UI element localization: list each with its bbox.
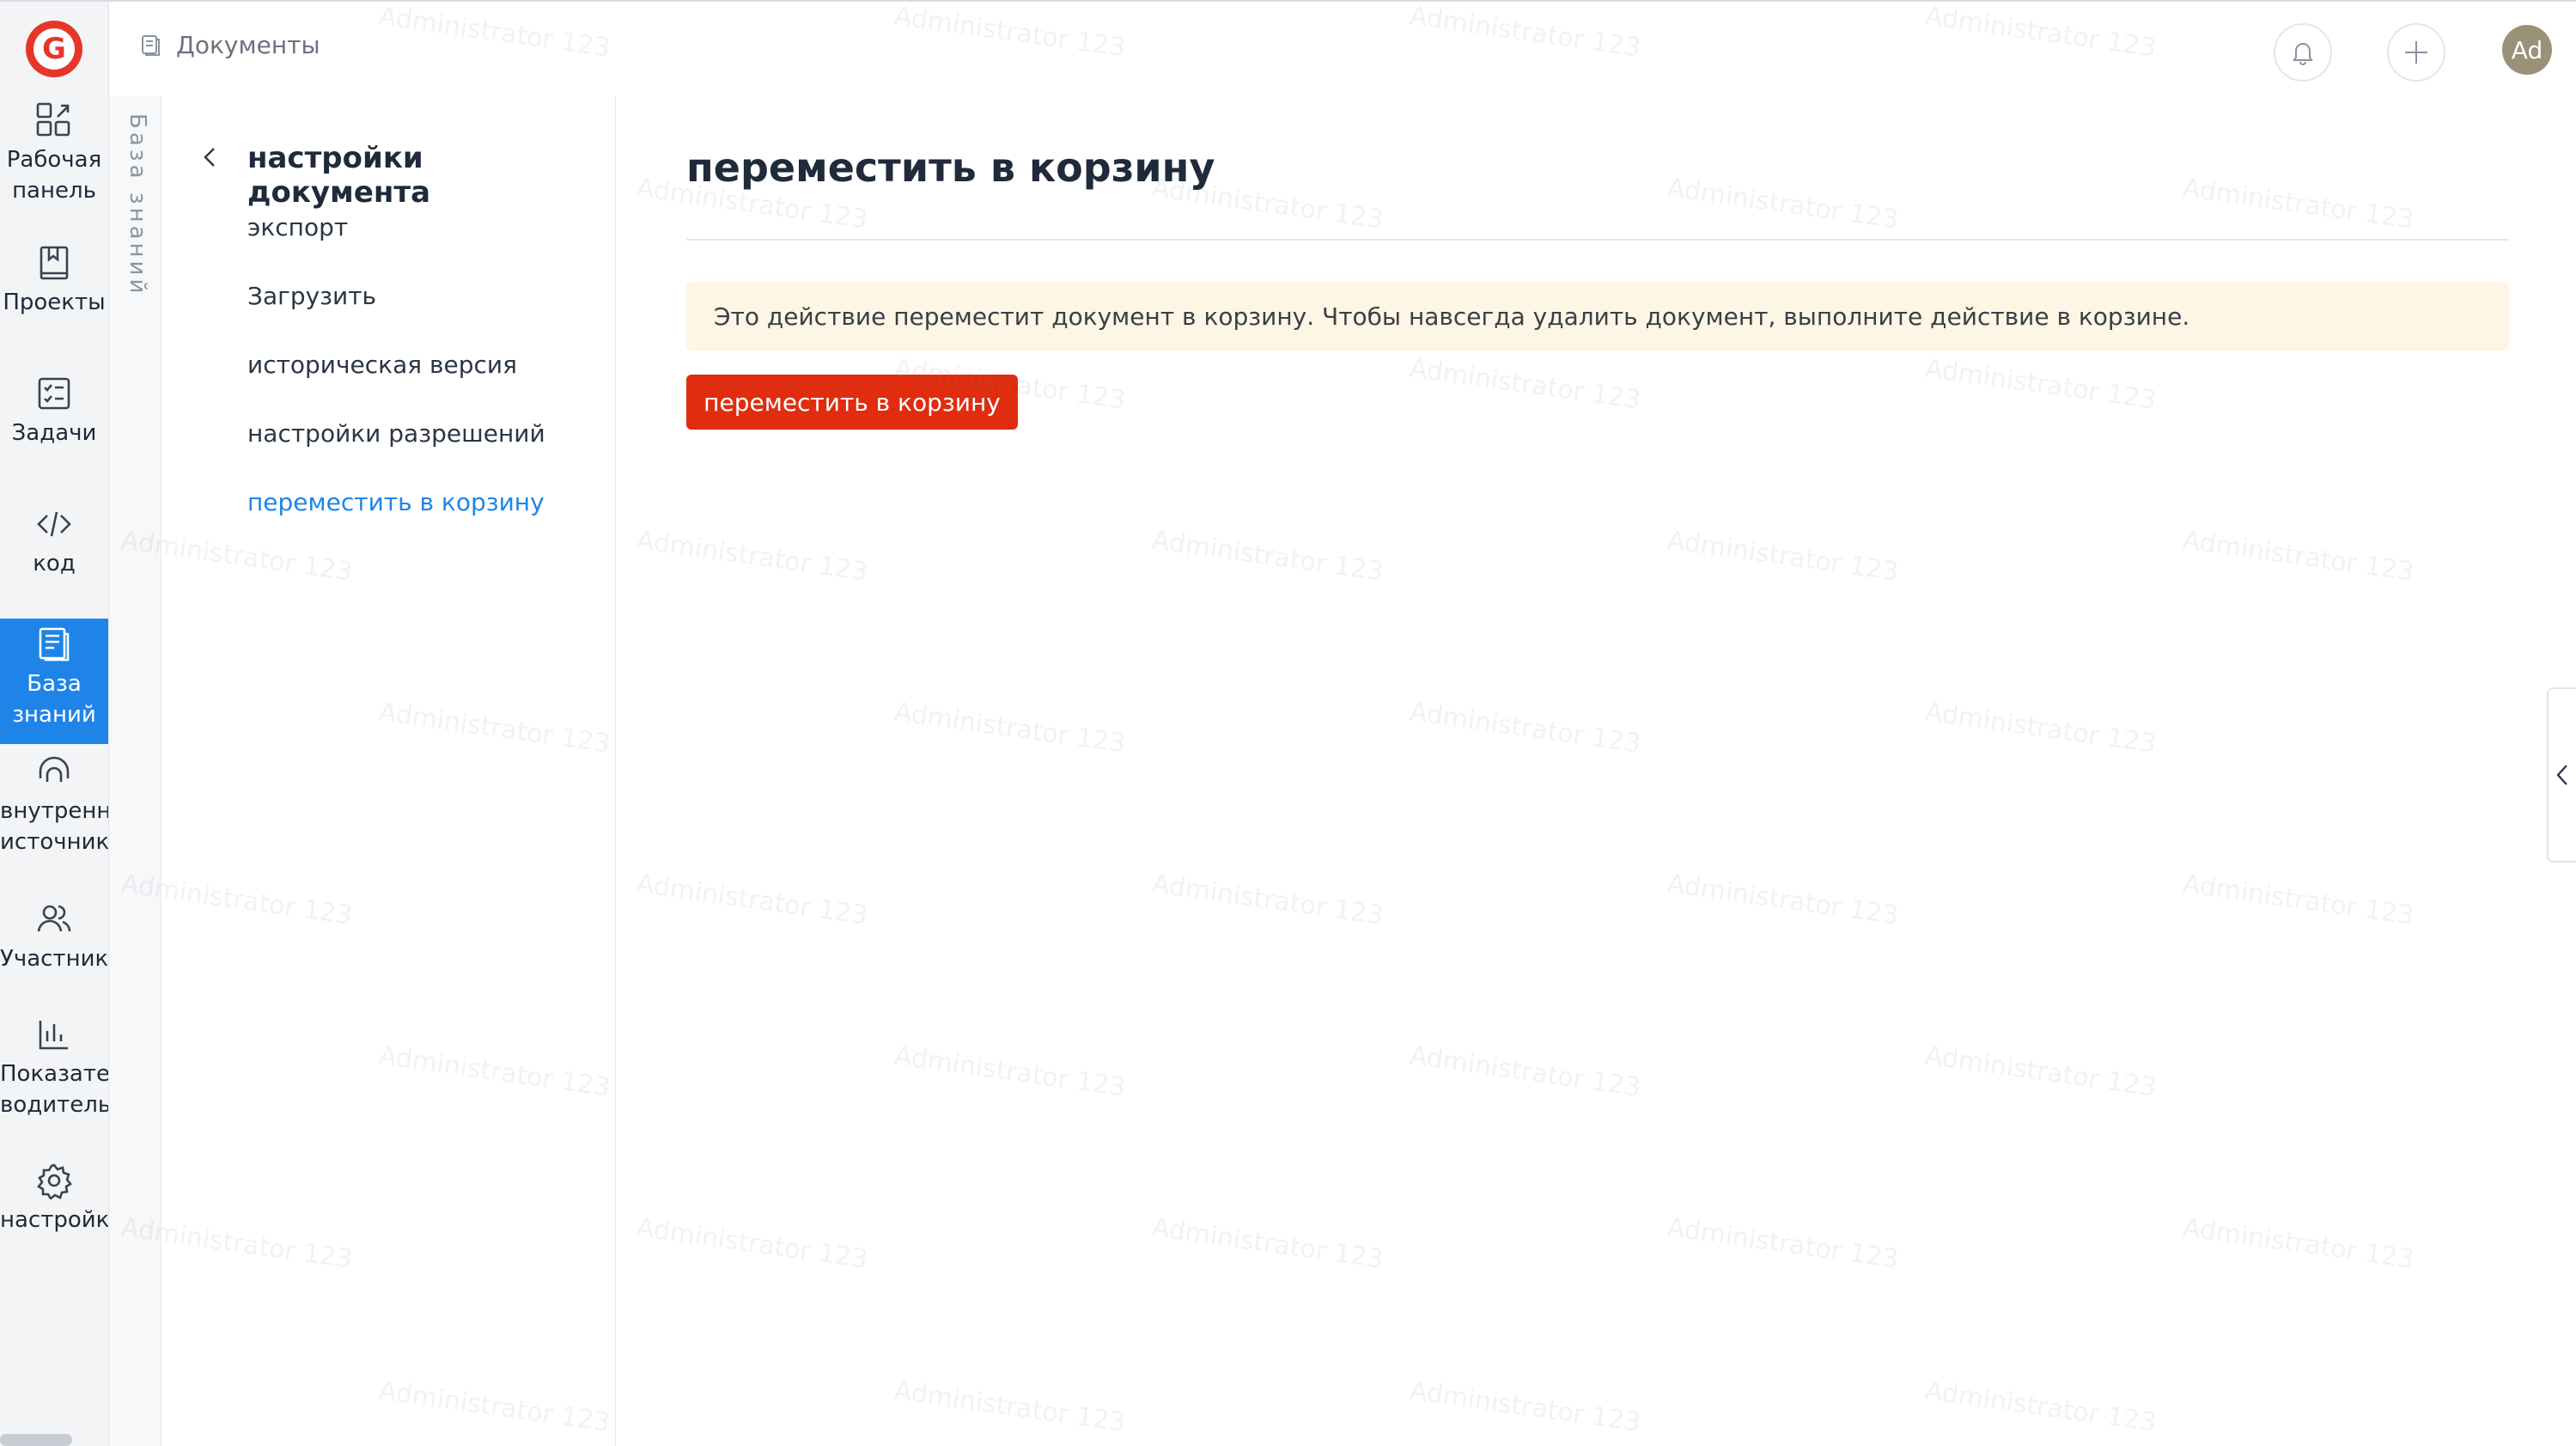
main-nav: G Рабочая панель Проекты Задачи код База… xyxy=(0,2,109,1446)
dashboard-icon xyxy=(36,102,70,137)
settings-title: настройки документа xyxy=(247,141,431,210)
title-divider xyxy=(686,239,2509,241)
collapse-handle[interactable] xyxy=(2547,687,2576,863)
nav-item-metrics[interactable]: Показател водитель xyxy=(0,1016,108,1136)
code-icon xyxy=(37,511,71,537)
notifications-button[interactable] xyxy=(2274,23,2332,82)
nav-label: панель xyxy=(12,178,96,204)
nav-label: настройка xyxy=(0,1207,109,1233)
settings-item-export[interactable]: экспорт xyxy=(247,213,348,241)
nav-label: код xyxy=(33,551,76,577)
nav-item-dashboard[interactable]: Рабочая панель xyxy=(0,101,108,220)
chevron-left-icon xyxy=(2556,765,2567,785)
settings-item-history[interactable]: историческая версия xyxy=(247,351,517,379)
nav-label: Рабочая xyxy=(6,147,102,173)
bell-icon xyxy=(2293,43,2313,65)
create-button[interactable] xyxy=(2387,23,2445,82)
nav-item-members[interactable]: Участники xyxy=(0,900,108,995)
nav-label: База xyxy=(27,671,82,697)
nav-label: водитель xyxy=(0,1092,109,1118)
nav-scrollbar[interactable] xyxy=(0,1434,72,1446)
knowledge-base-strip-label: База знаний xyxy=(125,113,150,297)
nav-item-settings[interactable]: настройка xyxy=(0,1162,108,1256)
nav-label: Участники xyxy=(0,946,109,972)
nav-label: Задачи xyxy=(11,420,97,446)
brand-logo-icon[interactable]: G xyxy=(26,21,82,77)
logo-letter: G xyxy=(33,28,75,70)
settings-item-upload[interactable]: Загрузить xyxy=(247,282,376,310)
headset-icon xyxy=(39,756,70,782)
nav-label: Проекты xyxy=(3,290,106,315)
move-to-trash-button[interactable]: переместить в корзину xyxy=(686,375,1018,430)
plus-icon xyxy=(2405,41,2427,64)
avatar[interactable]: Ad xyxy=(2502,25,2552,75)
nav-label: знаний xyxy=(12,702,96,728)
nav-item-tasks[interactable]: Задачи xyxy=(0,375,108,469)
settings-item-permissions[interactable]: настройки разрешений xyxy=(247,419,545,448)
nav-item-knowledge-base[interactable]: База знаний xyxy=(0,619,108,744)
document-icon xyxy=(39,627,70,662)
nav-label: источник xyxy=(0,829,109,855)
warning-notice: Это действие переместит документ в корзи… xyxy=(686,282,2509,351)
nav-item-projects[interactable]: Проекты xyxy=(0,244,108,339)
document-settings-panel: настройки документа экспорт Загрузить ис… xyxy=(161,96,617,1446)
users-icon xyxy=(37,905,71,932)
breadcrumb-label: Документы xyxy=(176,31,320,59)
book-icon xyxy=(40,246,69,280)
page-title: переместить в корзину xyxy=(686,144,1215,191)
chevron-left-icon[interactable] xyxy=(198,144,223,170)
nav-item-internal-source[interactable]: внутренни источник xyxy=(0,753,108,873)
settings-item-move-to-trash[interactable]: переместить в корзину xyxy=(247,488,545,516)
nav-item-code[interactable]: код xyxy=(0,505,108,600)
breadcrumb[interactable]: Документы xyxy=(138,31,320,59)
document-small-icon xyxy=(142,34,160,56)
task-list-icon xyxy=(38,377,70,410)
main-content: переместить в корзину Это действие перем… xyxy=(616,96,2576,1446)
top-header: Документы Ad xyxy=(109,2,2576,97)
gear-icon xyxy=(37,1163,72,1199)
nav-label: внутренни xyxy=(0,798,108,824)
knowledge-base-strip[interactable]: База знаний xyxy=(109,96,161,1446)
bar-chart-icon xyxy=(39,1021,68,1050)
nav-label: Показател xyxy=(0,1061,109,1087)
